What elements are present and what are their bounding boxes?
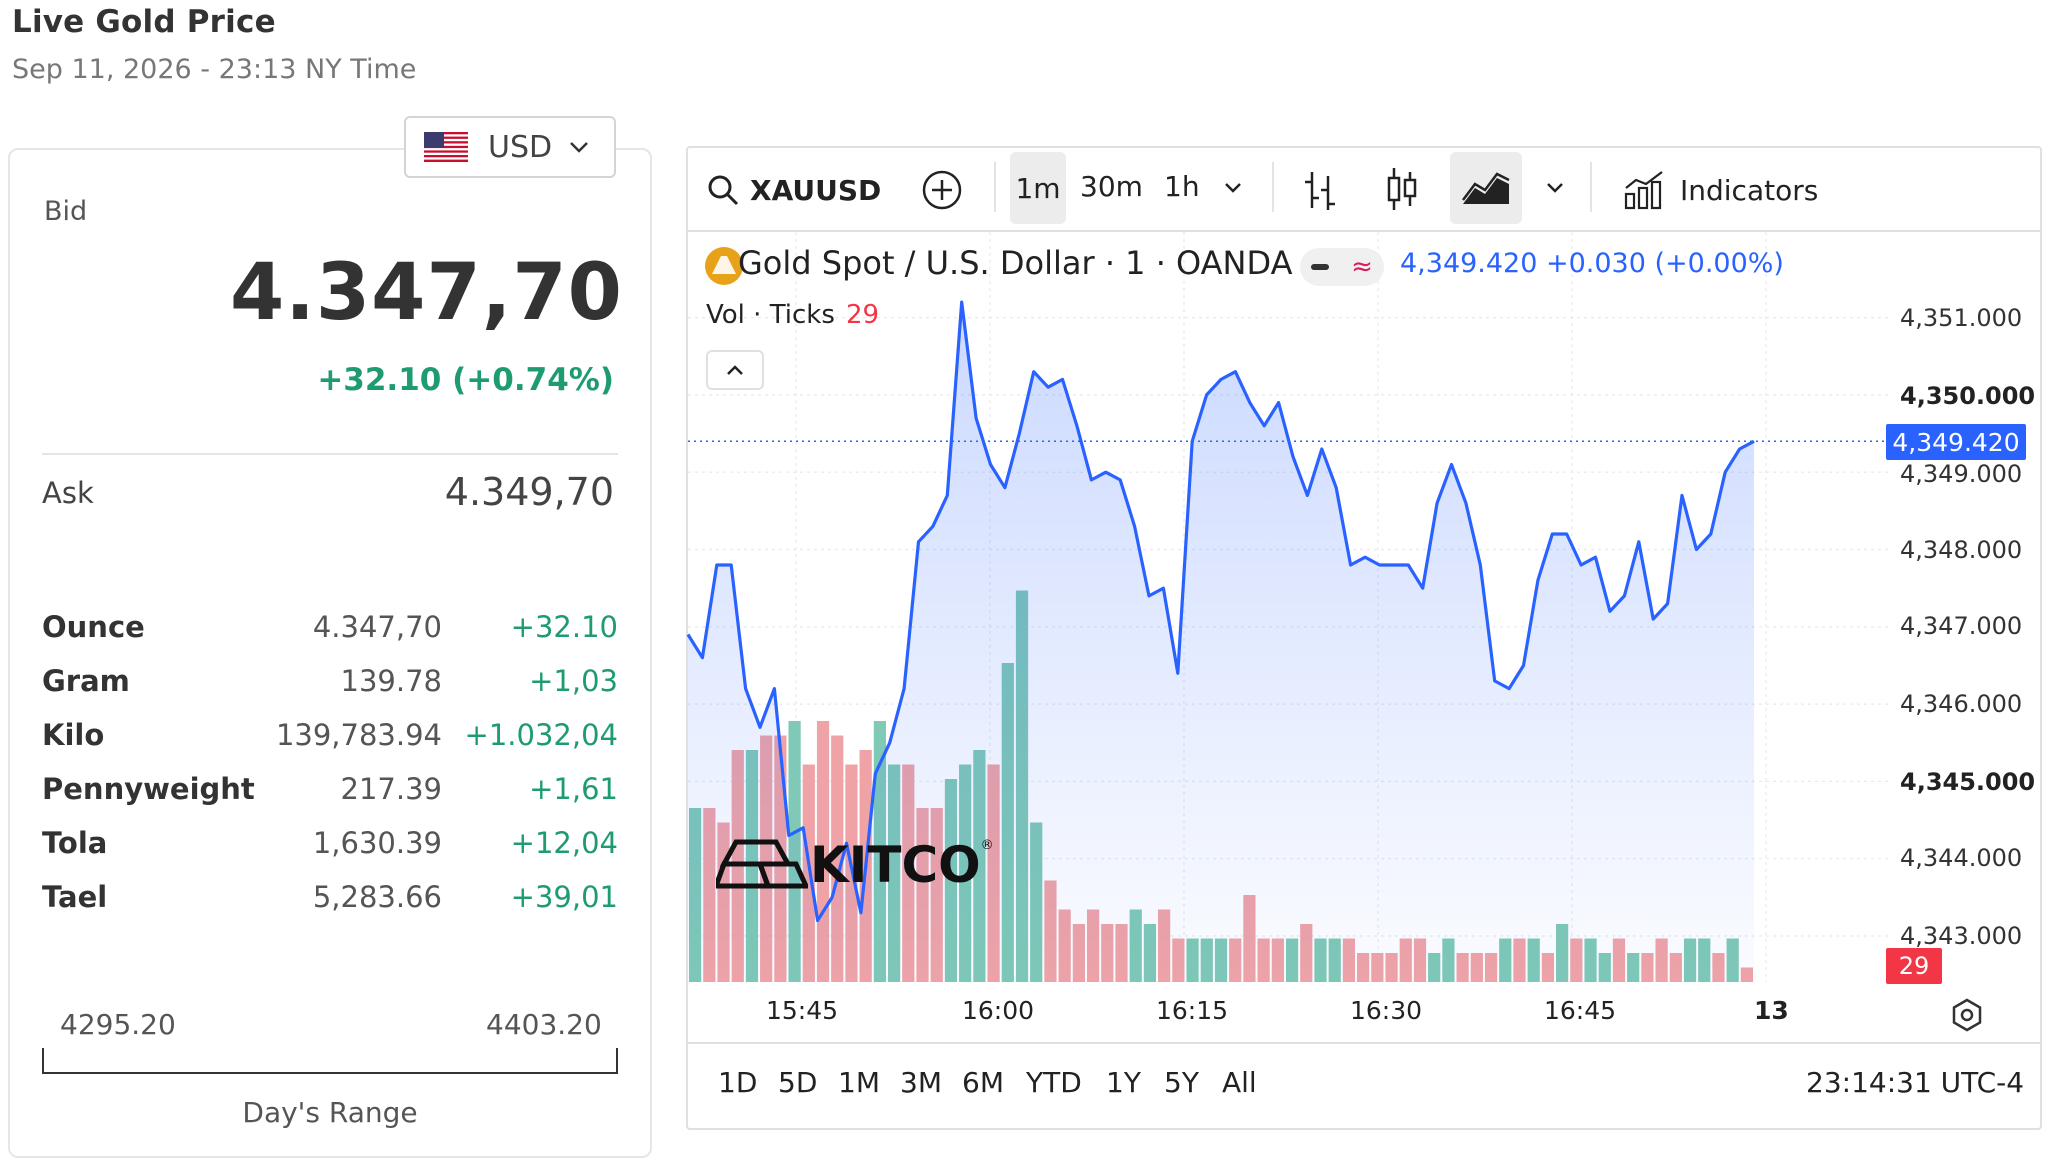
x-axis-label: 16:15 <box>1156 996 1229 1025</box>
range-1y[interactable]: 1Y <box>1106 1066 1141 1099</box>
range-1m[interactable]: 1M <box>838 1066 880 1099</box>
volume-count: 29 <box>846 300 880 330</box>
y-axis-label: 4,347.000 <box>1900 612 2023 640</box>
range-1d[interactable]: 1D <box>718 1066 757 1099</box>
collapse-legend-button[interactable] <box>706 350 764 390</box>
y-axis-label: 4,349.000 <box>1900 460 2023 488</box>
volume-label: Vol · Ticks <box>706 300 835 330</box>
legend-toggle[interactable]: ≈ <box>1300 248 1384 286</box>
price-chart[interactable] <box>0 0 2048 1142</box>
kitco-logo: KITCO ® <box>716 838 994 890</box>
registered-mark: ® <box>980 838 994 853</box>
y-axis-label: 4,345.000 <box>1900 768 2036 796</box>
x-axis-label: 16:30 <box>1350 996 1423 1025</box>
range-5y[interactable]: 5Y <box>1164 1066 1199 1099</box>
settings-icon <box>1952 998 1982 1032</box>
volume-tag: 29 <box>1886 948 1942 984</box>
minus-icon <box>1311 264 1330 270</box>
range-5d[interactable]: 5D <box>778 1066 817 1099</box>
y-axis-label: 4,343.000 <box>1900 922 2023 950</box>
x-axis-label: 16:00 <box>962 996 1035 1025</box>
range-6m[interactable]: 6M <box>962 1066 1004 1099</box>
y-axis-label: 4,344.000 <box>1900 844 2023 872</box>
range-ytd[interactable]: YTD <box>1026 1066 1082 1099</box>
bottom-divider <box>688 1042 2040 1044</box>
chart-settings-button[interactable] <box>1950 998 1984 1036</box>
legend-price: 4,349.420 +0.030 (+0.00%) <box>1400 248 1784 279</box>
chevron-up-icon <box>727 365 743 375</box>
y-axis-label: 4,350.000 <box>1900 382 2036 410</box>
y-axis-label: 4,346.000 <box>1900 690 2023 718</box>
range-all[interactable]: All <box>1222 1066 1257 1099</box>
kitco-bars-icon <box>716 839 808 889</box>
wave-icon: ≈ <box>1351 252 1373 282</box>
x-axis-label: 13 <box>1754 996 1789 1025</box>
range-3m[interactable]: 3M <box>900 1066 942 1099</box>
legend-symbol: Gold Spot / U.S. Dollar · 1 · OANDA <box>738 244 1293 282</box>
y-axis-label: 4,351.000 <box>1900 304 2023 332</box>
kitco-wordmark: KITCO <box>810 836 981 894</box>
y-axis-label: 4,348.000 <box>1900 536 2023 564</box>
chart-clock: 23:14:31 UTC-4 <box>1806 1066 2025 1099</box>
x-axis-label: 15:45 <box>766 996 839 1025</box>
x-axis-label: 16:45 <box>1544 996 1617 1025</box>
last-price-tag: 4,349.420 <box>1886 424 2026 460</box>
